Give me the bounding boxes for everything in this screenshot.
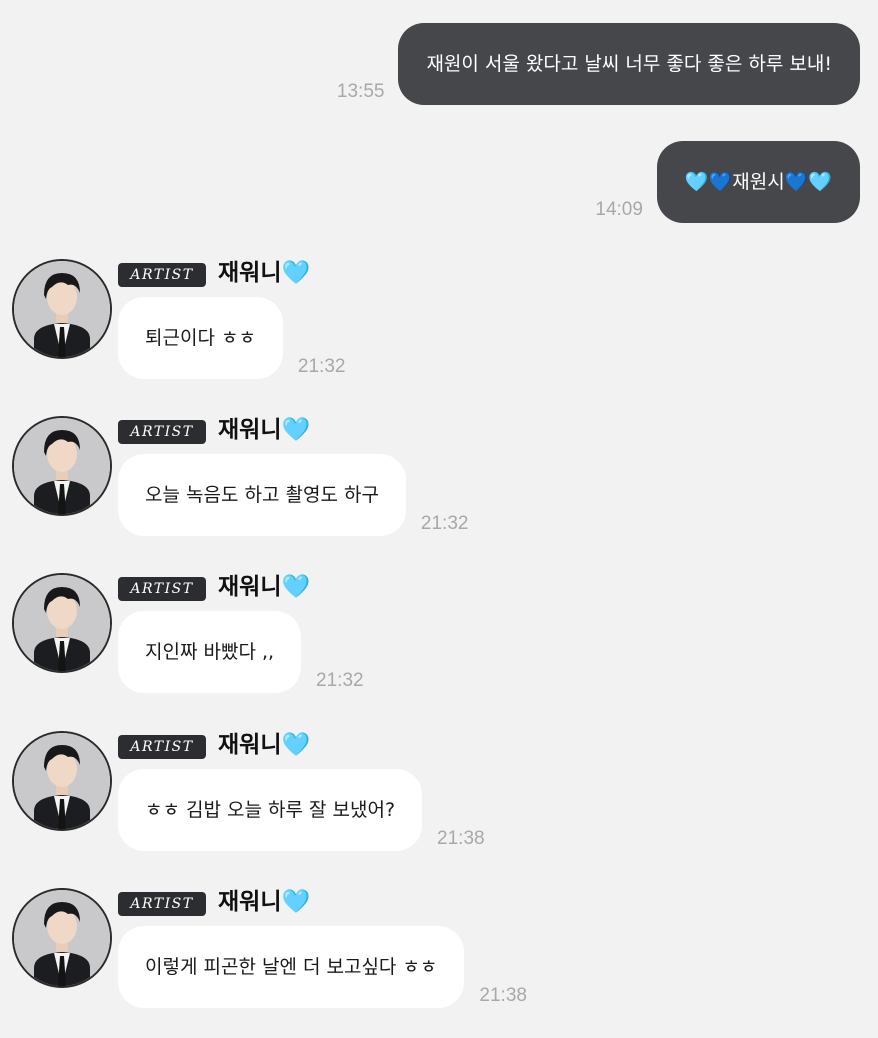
artist-badge: ARTIST xyxy=(118,577,206,601)
artist-name: 재워니 xyxy=(218,417,282,443)
received-message-bubble[interactable]: 오늘 녹음도 하고 촬영도 하구 xyxy=(118,454,406,536)
heart-icon: 🩵 xyxy=(281,260,311,286)
artist-avatar[interactable] xyxy=(12,259,112,359)
sent-message-bubble[interactable]: 🩵💙재원시💙🩵 xyxy=(656,141,860,223)
artist-name-row: 재워니🩵 xyxy=(218,258,310,288)
artist-badge: ARTIST xyxy=(118,892,206,916)
message-timestamp: 14:09 xyxy=(595,199,643,220)
sent-message[interactable]: 14:09 🩵💙재원시💙🩵 xyxy=(595,141,860,223)
received-message: ARTIST 재워니🩵 이렇게 피곤한 날엔 더 보고싶다 ㅎㅎ 21:38 xyxy=(12,888,872,1038)
artist-avatar[interactable] xyxy=(12,416,112,516)
artist-name-row: 재워니🩵 xyxy=(218,730,310,760)
message-timestamp: 21:32 xyxy=(316,670,364,691)
received-message-bubble[interactable]: ㅎㅎ 김밥 오늘 하루 잘 보냈어? xyxy=(118,769,423,851)
artist-avatar[interactable] xyxy=(12,888,112,988)
message-timestamp: 21:38 xyxy=(479,985,527,1006)
sent-message-bubble[interactable]: 재원이 서울 왔다고 날씨 너무 좋다 좋은 하루 보내! xyxy=(398,23,860,105)
message-timestamp: 21:38 xyxy=(437,828,485,849)
heart-icon: 🩵 xyxy=(281,574,311,600)
received-message: ARTIST 재워니🩵 ㅎㅎ 김밥 오늘 하루 잘 보냈어? 21:38 xyxy=(12,731,872,881)
artist-avatar[interactable] xyxy=(12,573,112,673)
heart-icon: 🩵 xyxy=(281,732,311,758)
received-message-bubble[interactable]: 지인짜 바빴다 ,, xyxy=(118,611,302,693)
message-timestamp: 21:32 xyxy=(297,356,346,377)
message-timestamp: 21:32 xyxy=(420,513,469,534)
received-message: ARTIST 재워니🩵 오늘 녹음도 하고 촬영도 하구 21:32 xyxy=(12,416,872,566)
artist-name-row: 재워니🩵 xyxy=(218,887,310,917)
artist-name: 재워니 xyxy=(218,732,282,758)
artist-avatar[interactable] xyxy=(12,731,112,831)
artist-badge: ARTIST xyxy=(118,263,206,287)
artist-name: 재워니 xyxy=(218,260,282,286)
artist-badge: ARTIST xyxy=(118,420,206,444)
message-timestamp: 13:55 xyxy=(336,81,385,102)
received-message-bubble[interactable]: 퇴근이다 ㅎㅎ xyxy=(118,297,283,379)
received-message: ARTIST 재워니🩵 퇴근이다 ㅎㅎ 21:32 xyxy=(12,259,872,409)
sent-message[interactable]: 13:55 재원이 서울 왔다고 날씨 너무 좋다 좋은 하루 보내! xyxy=(337,23,860,105)
heart-icon: 🩵 xyxy=(281,889,311,915)
artist-name-row: 재워니🩵 xyxy=(218,415,310,445)
artist-badge: ARTIST xyxy=(118,735,206,759)
artist-name-row: 재워니🩵 xyxy=(218,572,310,602)
artist-name: 재워니 xyxy=(218,574,282,600)
artist-name: 재워니 xyxy=(218,889,282,915)
received-message-bubble[interactable]: 이렇게 피곤한 날엔 더 보고싶다 ㅎㅎ xyxy=(118,926,465,1008)
received-message: ARTIST 재워니🩵 지인짜 바빴다 ,, 21:32 xyxy=(12,573,872,723)
heart-icon: 🩵 xyxy=(281,417,311,443)
